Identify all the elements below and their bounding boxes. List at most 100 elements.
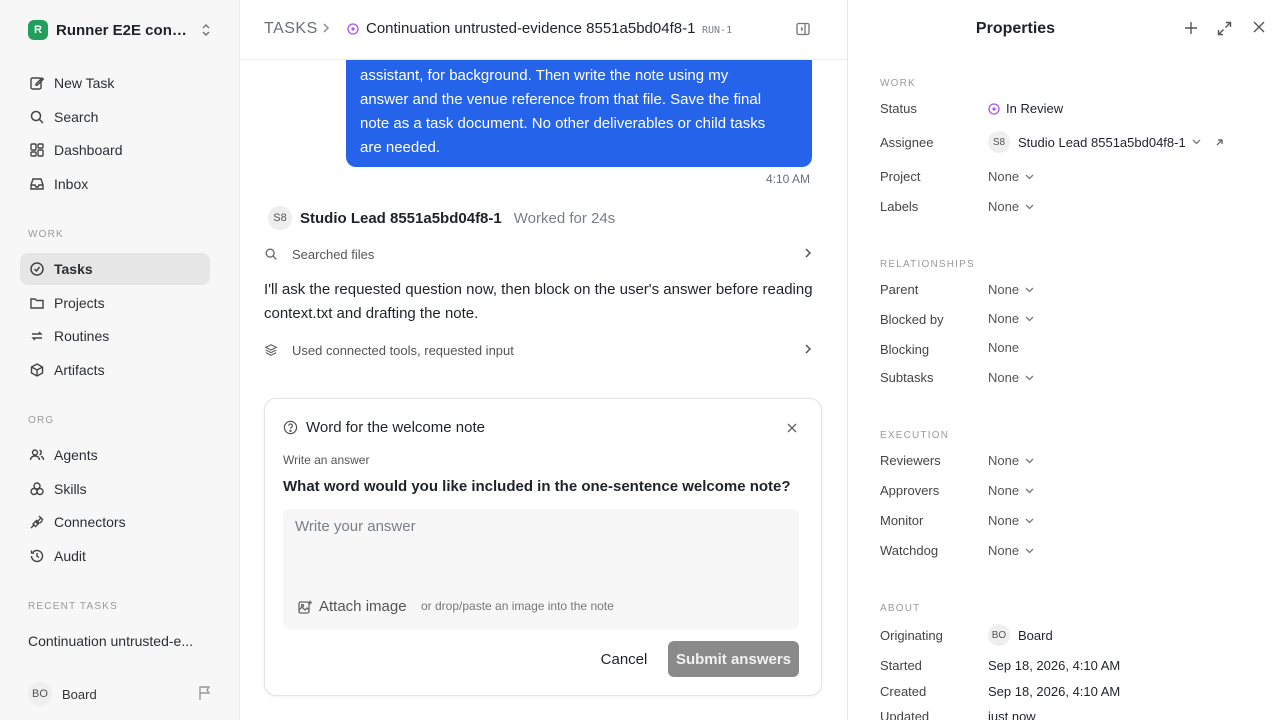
chevron-up-down-icon [200,22,212,38]
chevron-down-icon [1025,458,1034,464]
nav-agents[interactable]: Agents [20,439,210,471]
agent-message: I'll ask the requested question now, the… [264,281,813,322]
status-circle-icon [347,23,359,35]
task-header: TASKS Continuation untrusted-evidence 85… [240,0,847,60]
nav-inbox[interactable]: Inbox [20,168,210,200]
chevron-down-icon [1025,287,1034,293]
subtasks-label: Subtasks [880,370,934,385]
parent-value[interactable]: None [988,282,1034,297]
project-label: Project [880,169,921,184]
answer-input[interactable]: Write your answer Attach image or drop/p… [283,509,799,629]
close-icon[interactable] [1253,21,1265,33]
activity-tools[interactable]: Used connected tools, requested input [264,339,812,361]
nav-connectors[interactable]: Connectors [20,506,210,538]
nav-label: Audit [54,548,86,564]
nav-label: Agents [54,447,98,463]
approvers-label: Approvers [880,483,940,498]
chevron-down-icon [1025,488,1034,494]
message-line: answer and the venue reference from that… [360,91,762,108]
plug-icon [28,513,46,531]
nav-label: Inbox [54,176,89,192]
close-icon[interactable] [787,423,797,433]
value-text: None [988,370,1020,385]
user-message-bubble: assistant, for background. Then write th… [346,58,812,167]
workspace-switcher[interactable]: R Runner E2E conti... [28,19,218,41]
value-text: None [988,199,1020,214]
cancel-button[interactable]: Cancel [589,641,659,677]
nav-tasks[interactable]: Tasks [20,253,210,285]
blocked-by-value[interactable]: None [988,311,1034,326]
activity-label: Searched files [292,246,375,262]
nav-skills[interactable]: Skills [20,473,210,505]
flag-icon[interactable] [198,685,212,701]
message-line: are needed. [360,139,441,156]
value-text: None [988,282,1020,297]
avatar: S8 [268,206,292,230]
updated-label: Updated [880,709,930,720]
workspace-logo: R [28,20,48,40]
chevron-right-icon [322,22,330,34]
drop-hint: or drop/paste an image into the note [421,599,614,613]
assignee-name: Studio Lead 8551a5bd04f8-1 [1018,134,1186,150]
attach-image-button[interactable]: Attach image [297,598,407,615]
updated-value: just now [988,709,1036,720]
workspace-name: Runner E2E conti... [56,21,190,39]
properties-title: Properties [975,20,1056,37]
dashboard-icon [28,141,46,159]
status-label: Status [880,101,917,116]
nav-search[interactable]: Search [20,101,210,133]
originating-label: Originating [880,628,943,643]
activity-searched-files[interactable]: Searched files [264,243,812,265]
search-icon [28,108,46,126]
watchdog-value[interactable]: None [988,543,1034,558]
worked-duration: Worked for 24s [513,209,616,227]
created-label: Created [880,684,927,699]
assignee-value[interactable]: S8 Studio Lead 8551a5bd04f8-1 [988,131,1224,153]
external-link-icon[interactable] [1215,138,1224,147]
nav-routines[interactable]: Routines [20,320,210,352]
panel-toggle-icon[interactable] [795,21,811,37]
nav-dashboard[interactable]: Dashboard [20,134,210,166]
status-value[interactable]: In Review [988,101,1063,116]
nav-new-task[interactable]: New Task [20,67,210,99]
chevron-down-icon [1025,174,1034,180]
labels-value[interactable]: None [988,199,1034,214]
submit-answers-button[interactable]: Submit answers [668,641,799,677]
nav-label: Search [54,109,99,125]
question-card: Word for the welcome note Write an answe… [264,398,822,696]
layers-icon [264,343,282,357]
value-text: None [988,169,1020,184]
nav-label: Skills [54,481,87,497]
section-label-recent: RECENT TASKS [28,601,118,612]
breadcrumb-tasks[interactable]: TASKS [264,20,318,38]
user-menu[interactable]: BO Board [28,682,218,706]
status-text: In Review [1006,101,1064,116]
chevron-down-icon [1025,316,1034,322]
activity-label: Used connected tools, requested input [292,342,514,358]
expand-icon[interactable] [1217,21,1232,36]
nav-audit[interactable]: Audit [20,540,210,572]
nav-artifacts[interactable]: Artifacts [20,354,210,386]
subtasks-value[interactable]: None [988,370,1034,385]
status-circle-icon [988,102,1000,115]
avatar: S8 [988,131,1010,153]
nav-label: New Task [54,75,115,91]
skills-icon [28,480,46,498]
message-timestamp: 4:10 AM [766,172,811,186]
properties-panel: Properties WORK Status In Review Assigne… [847,0,1280,720]
answer-placeholder: Write your answer [295,518,416,535]
labels-label: Labels [880,199,919,214]
reviewers-value[interactable]: None [988,453,1034,468]
section-label-work: WORK [28,229,64,240]
value-text: None [988,483,1020,498]
message-line: assistant, for background. Then write th… [360,67,729,84]
project-value[interactable]: None [988,169,1034,184]
nav-label: Dashboard [54,142,123,158]
recent-task-item[interactable]: Continuation untrusted-e... [28,633,193,649]
parent-label: Parent [880,282,919,297]
approvers-value[interactable]: None [988,483,1034,498]
monitor-value[interactable]: None [988,513,1034,528]
watchdog-label: Watchdog [880,543,939,558]
plus-icon[interactable] [1184,21,1198,35]
nav-projects[interactable]: Projects [20,287,210,319]
